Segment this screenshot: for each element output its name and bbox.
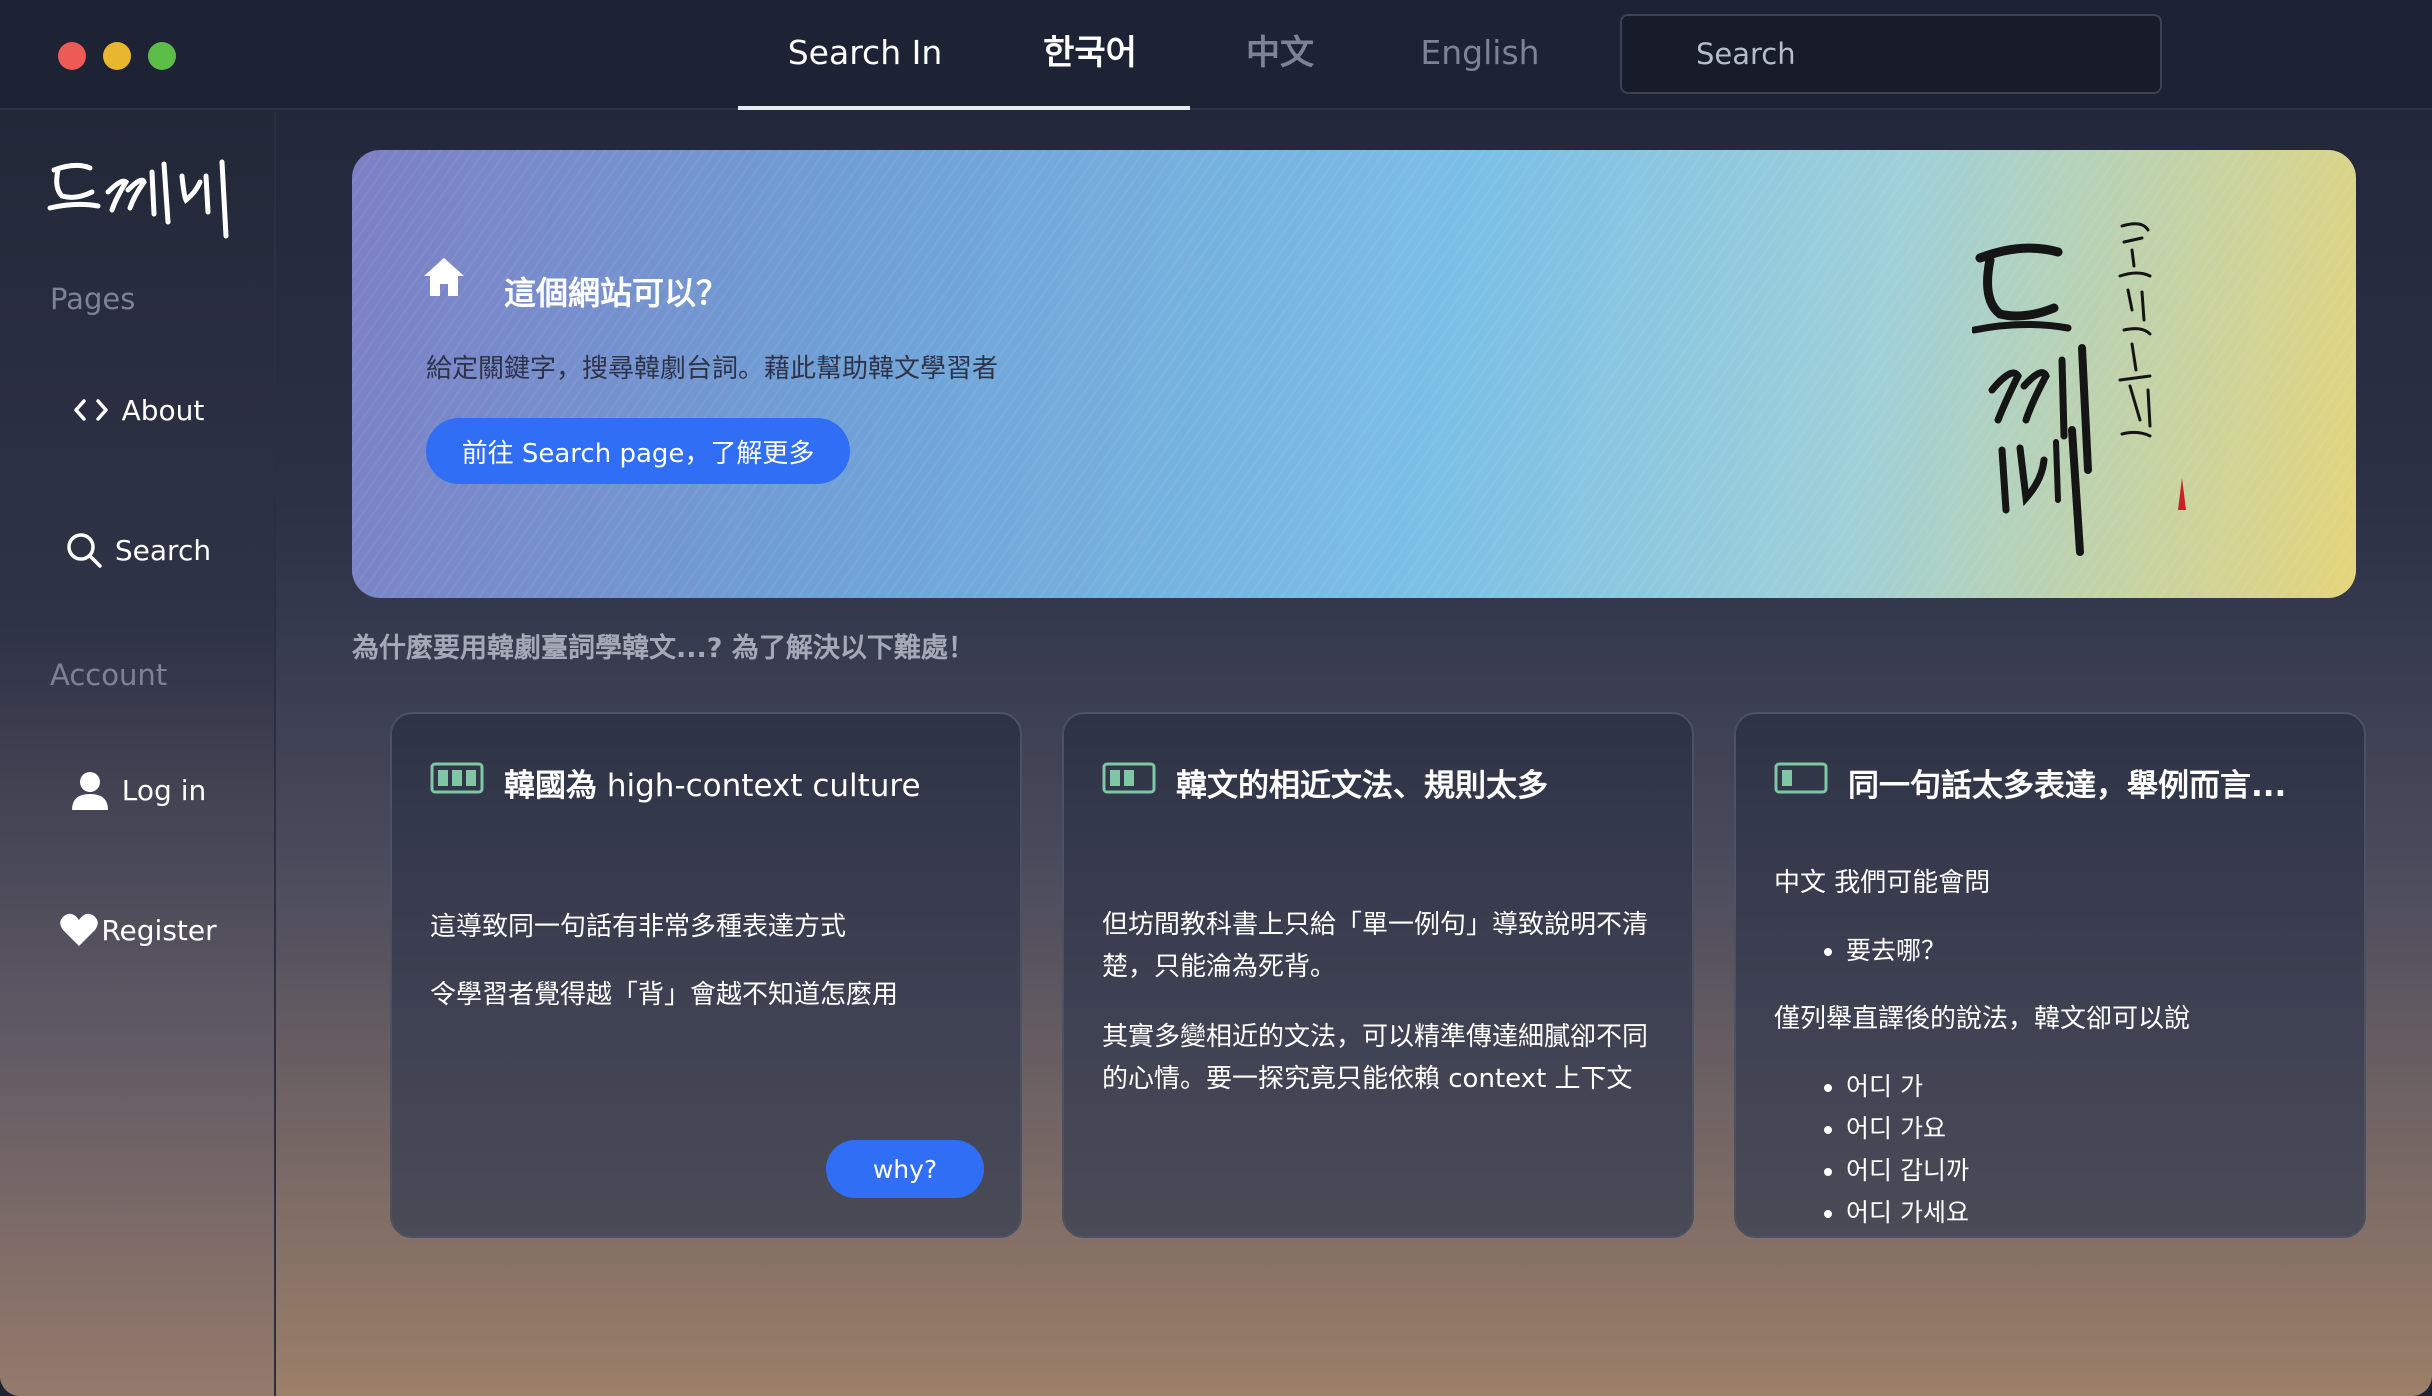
active-tab-underline xyxy=(738,106,1190,110)
card-paragraph: 其實多變相近的文法，可以精準傳達細膩卻不同的心情。要一探究竟只能依賴 conte… xyxy=(1102,1022,1649,1094)
sidebar-item-search[interactable]: Search xyxy=(0,520,276,580)
code-icon xyxy=(73,399,108,421)
dokkaebi-calligraphy-art xyxy=(1972,222,2186,556)
top-bar: Search In 한국어 中文 English xyxy=(0,0,2432,110)
card-title: 韓國為 high-context culture xyxy=(504,768,921,804)
card-paragraph: 但坊間教科書上只給「單一例句」導致說明不清楚，只能淪為死背。 xyxy=(1102,910,1649,982)
tab-korean[interactable]: 한국어 xyxy=(1030,0,1150,110)
card-title: 同一句話太多表達，舉例而言... xyxy=(1848,768,2287,804)
sidebar-item-label: Search xyxy=(114,533,212,567)
pages-section-label: Pages xyxy=(50,282,136,316)
chinese-example-list: 要去哪？ xyxy=(1846,930,1946,972)
tab-english[interactable]: English xyxy=(1408,0,1552,110)
list-item: 어디 가요 xyxy=(1846,1108,1969,1150)
app-window: Search In 한국어 中文 English Pages xyxy=(0,0,2432,1396)
card-high-context: 韓國為 high-context culture 這導致同一句話有非常多種表達方… xyxy=(390,712,1022,1238)
heart-icon xyxy=(60,913,99,946)
card-paragraph: 中文 我們可能會問 xyxy=(1774,868,1991,898)
card-similar-grammar: 韓文的相近文法、規則太多 但坊間教科書上只給「單一例句」導致說明不清楚，只能淪為… xyxy=(1062,712,1694,1238)
card-paragraph: 僅列舉直譯後的說法，韓文卻可以說 xyxy=(1774,1004,2191,1034)
sidebar-item-login[interactable]: Log in xyxy=(0,760,276,820)
hero-title: 這個網站可以？ xyxy=(504,274,729,312)
why-button[interactable]: why? xyxy=(826,1140,984,1198)
card-many-expressions: 同一句話太多表達，舉例而言... 中文 我們可能會問 要去哪？ 僅列舉直譯後的說… xyxy=(1734,712,2366,1238)
go-to-search-button[interactable]: 前往 Search page，了解更多 xyxy=(426,418,850,484)
search-box[interactable] xyxy=(1620,14,2162,94)
close-window-button[interactable] xyxy=(58,42,86,70)
why-heading: 為什麼要用韓劇臺詞學韓文...? 為了解決以下難處！ xyxy=(352,633,975,664)
sidebar-item-label: About xyxy=(121,393,205,427)
list-item: 어디 가 xyxy=(1846,1066,1969,1108)
user-icon xyxy=(71,772,108,810)
battery-full-icon xyxy=(430,762,484,794)
search-input[interactable] xyxy=(1622,16,2160,92)
battery-half-icon xyxy=(1102,762,1156,794)
sidebar-item-about[interactable]: About xyxy=(0,380,276,440)
sidebar: Pages About Search Account Log in Regist… xyxy=(0,112,276,1396)
sidebar-item-label: Register xyxy=(101,913,217,947)
hero-description: 給定關鍵字，搜尋韓劇台詞。藉此幫助韓文學習者 xyxy=(426,354,999,384)
maximize-window-button[interactable] xyxy=(148,42,176,70)
sidebar-item-register[interactable]: Register xyxy=(0,900,276,960)
list-item: 要去哪？ xyxy=(1846,930,1946,972)
card-paragraph: 這導致同一句話有非常多種表達方式 xyxy=(430,912,847,942)
list-item: 어디 가세요 xyxy=(1846,1192,1969,1234)
tab-chinese[interactable]: 中文 xyxy=(1232,0,1328,110)
account-section-label: Account xyxy=(50,658,168,692)
card-title: 韓文的相近文法、規則太多 xyxy=(1176,768,1548,804)
home-icon xyxy=(424,258,464,296)
sidebar-item-label: Log in xyxy=(121,773,207,807)
battery-low-icon xyxy=(1774,762,1828,794)
tab-search-in[interactable]: Search In xyxy=(768,0,962,110)
search-icon xyxy=(67,533,102,568)
card-paragraph: 令學習者覺得越「背」會越不知道怎麼用 xyxy=(430,980,899,1010)
korean-example-list: 어디 가 어디 가요 어디 갑니까 어디 가세요 xyxy=(1846,1066,1969,1234)
list-item: 어디 갑니까 xyxy=(1846,1150,1969,1192)
hero-banner: 這個網站可以？ 給定關鍵字，搜尋韓劇台詞。藉此幫助韓文學習者 前往 Search… xyxy=(352,150,2356,598)
dokkaebi-logo xyxy=(47,159,229,239)
minimize-window-button[interactable] xyxy=(103,42,131,70)
